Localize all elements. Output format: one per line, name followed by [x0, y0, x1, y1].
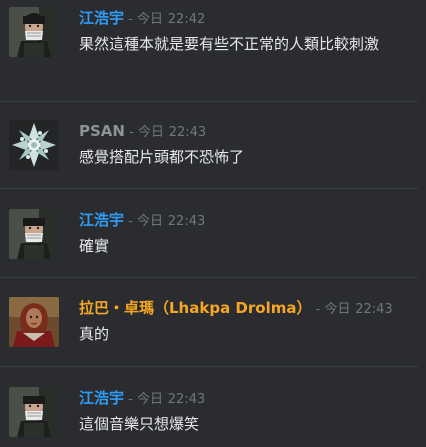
timestamp-time: 22:43: [167, 392, 206, 407]
author-name[interactable]: 江浩宇: [79, 9, 124, 27]
timestamp-day: 今日: [137, 125, 164, 140]
avatar[interactable]: [9, 297, 59, 347]
author-name[interactable]: PSAN: [79, 122, 125, 140]
author-name[interactable]: 拉巴・卓瑪（Lhakpa Drolma）: [79, 299, 311, 317]
chat-message-list: 江浩宇 - 今日 22:42 果然這種本就是要有些不正常的人類比較刺激 PSAN…: [0, 0, 426, 447]
timestamp-time: 22:43: [168, 125, 207, 140]
chat-message: 江浩宇 - 今日 22:42 果然這種本就是要有些不正常的人類比較刺激: [0, 0, 426, 100]
crystal-snowflake-avatar-icon: [9, 120, 59, 170]
message-header: PSAN - 今日 22:43: [79, 121, 206, 143]
timestamp-separator: -: [124, 392, 137, 407]
avatar[interactable]: [9, 7, 59, 57]
avatar[interactable]: [9, 120, 59, 170]
avatar[interactable]: [9, 387, 59, 437]
chat-message: 拉巴・卓瑪（Lhakpa Drolma） - 今日 22:43 真的: [0, 278, 426, 366]
timestamp-time: 22:43: [167, 214, 206, 229]
chat-message: 江浩宇 - 今日 22:43 確實: [0, 189, 426, 277]
timestamp-separator: -: [124, 214, 137, 229]
message-header: 江浩宇 - 今日 22:43: [79, 388, 205, 410]
soldier-avatar-icon: [9, 387, 59, 437]
message-header: 江浩宇 - 今日 22:42: [79, 8, 205, 30]
timestamp-day: 今日: [136, 12, 163, 27]
timestamp-day: 今日: [324, 302, 351, 317]
timestamp-separator: -: [311, 302, 325, 317]
timestamp-separator: -: [124, 125, 138, 140]
message-text: 真的: [79, 325, 110, 343]
message-text: 確實: [79, 237, 110, 255]
red-hair-woman-avatar-icon: [9, 297, 59, 347]
timestamp-day: 今日: [136, 214, 163, 229]
soldier-avatar-icon: [9, 209, 59, 259]
author-name[interactable]: 江浩宇: [79, 389, 124, 407]
avatar[interactable]: [9, 209, 59, 259]
message-header: 江浩宇 - 今日 22:43: [79, 210, 205, 232]
timestamp-day: 今日: [136, 392, 163, 407]
message-header: 拉巴・卓瑪（Lhakpa Drolma） - 今日 22:43: [79, 298, 393, 320]
soldier-avatar-icon: [9, 7, 59, 57]
chat-message: PSAN - 今日 22:43 感覺搭配片頭都不恐怖了: [0, 102, 426, 187]
message-text: 這個音樂只想爆笑: [79, 415, 200, 433]
message-text: 感覺搭配片頭都不恐怖了: [79, 148, 245, 166]
timestamp-time: 22:42: [167, 12, 206, 27]
message-text: 果然這種本就是要有些不正常的人類比較刺激: [79, 35, 380, 53]
timestamp-separator: -: [124, 12, 137, 27]
chat-message: 江浩宇 - 今日 22:43 這個音樂只想爆笑: [0, 367, 426, 447]
timestamp-time: 22:43: [355, 302, 393, 317]
author-name[interactable]: 江浩宇: [79, 211, 124, 229]
